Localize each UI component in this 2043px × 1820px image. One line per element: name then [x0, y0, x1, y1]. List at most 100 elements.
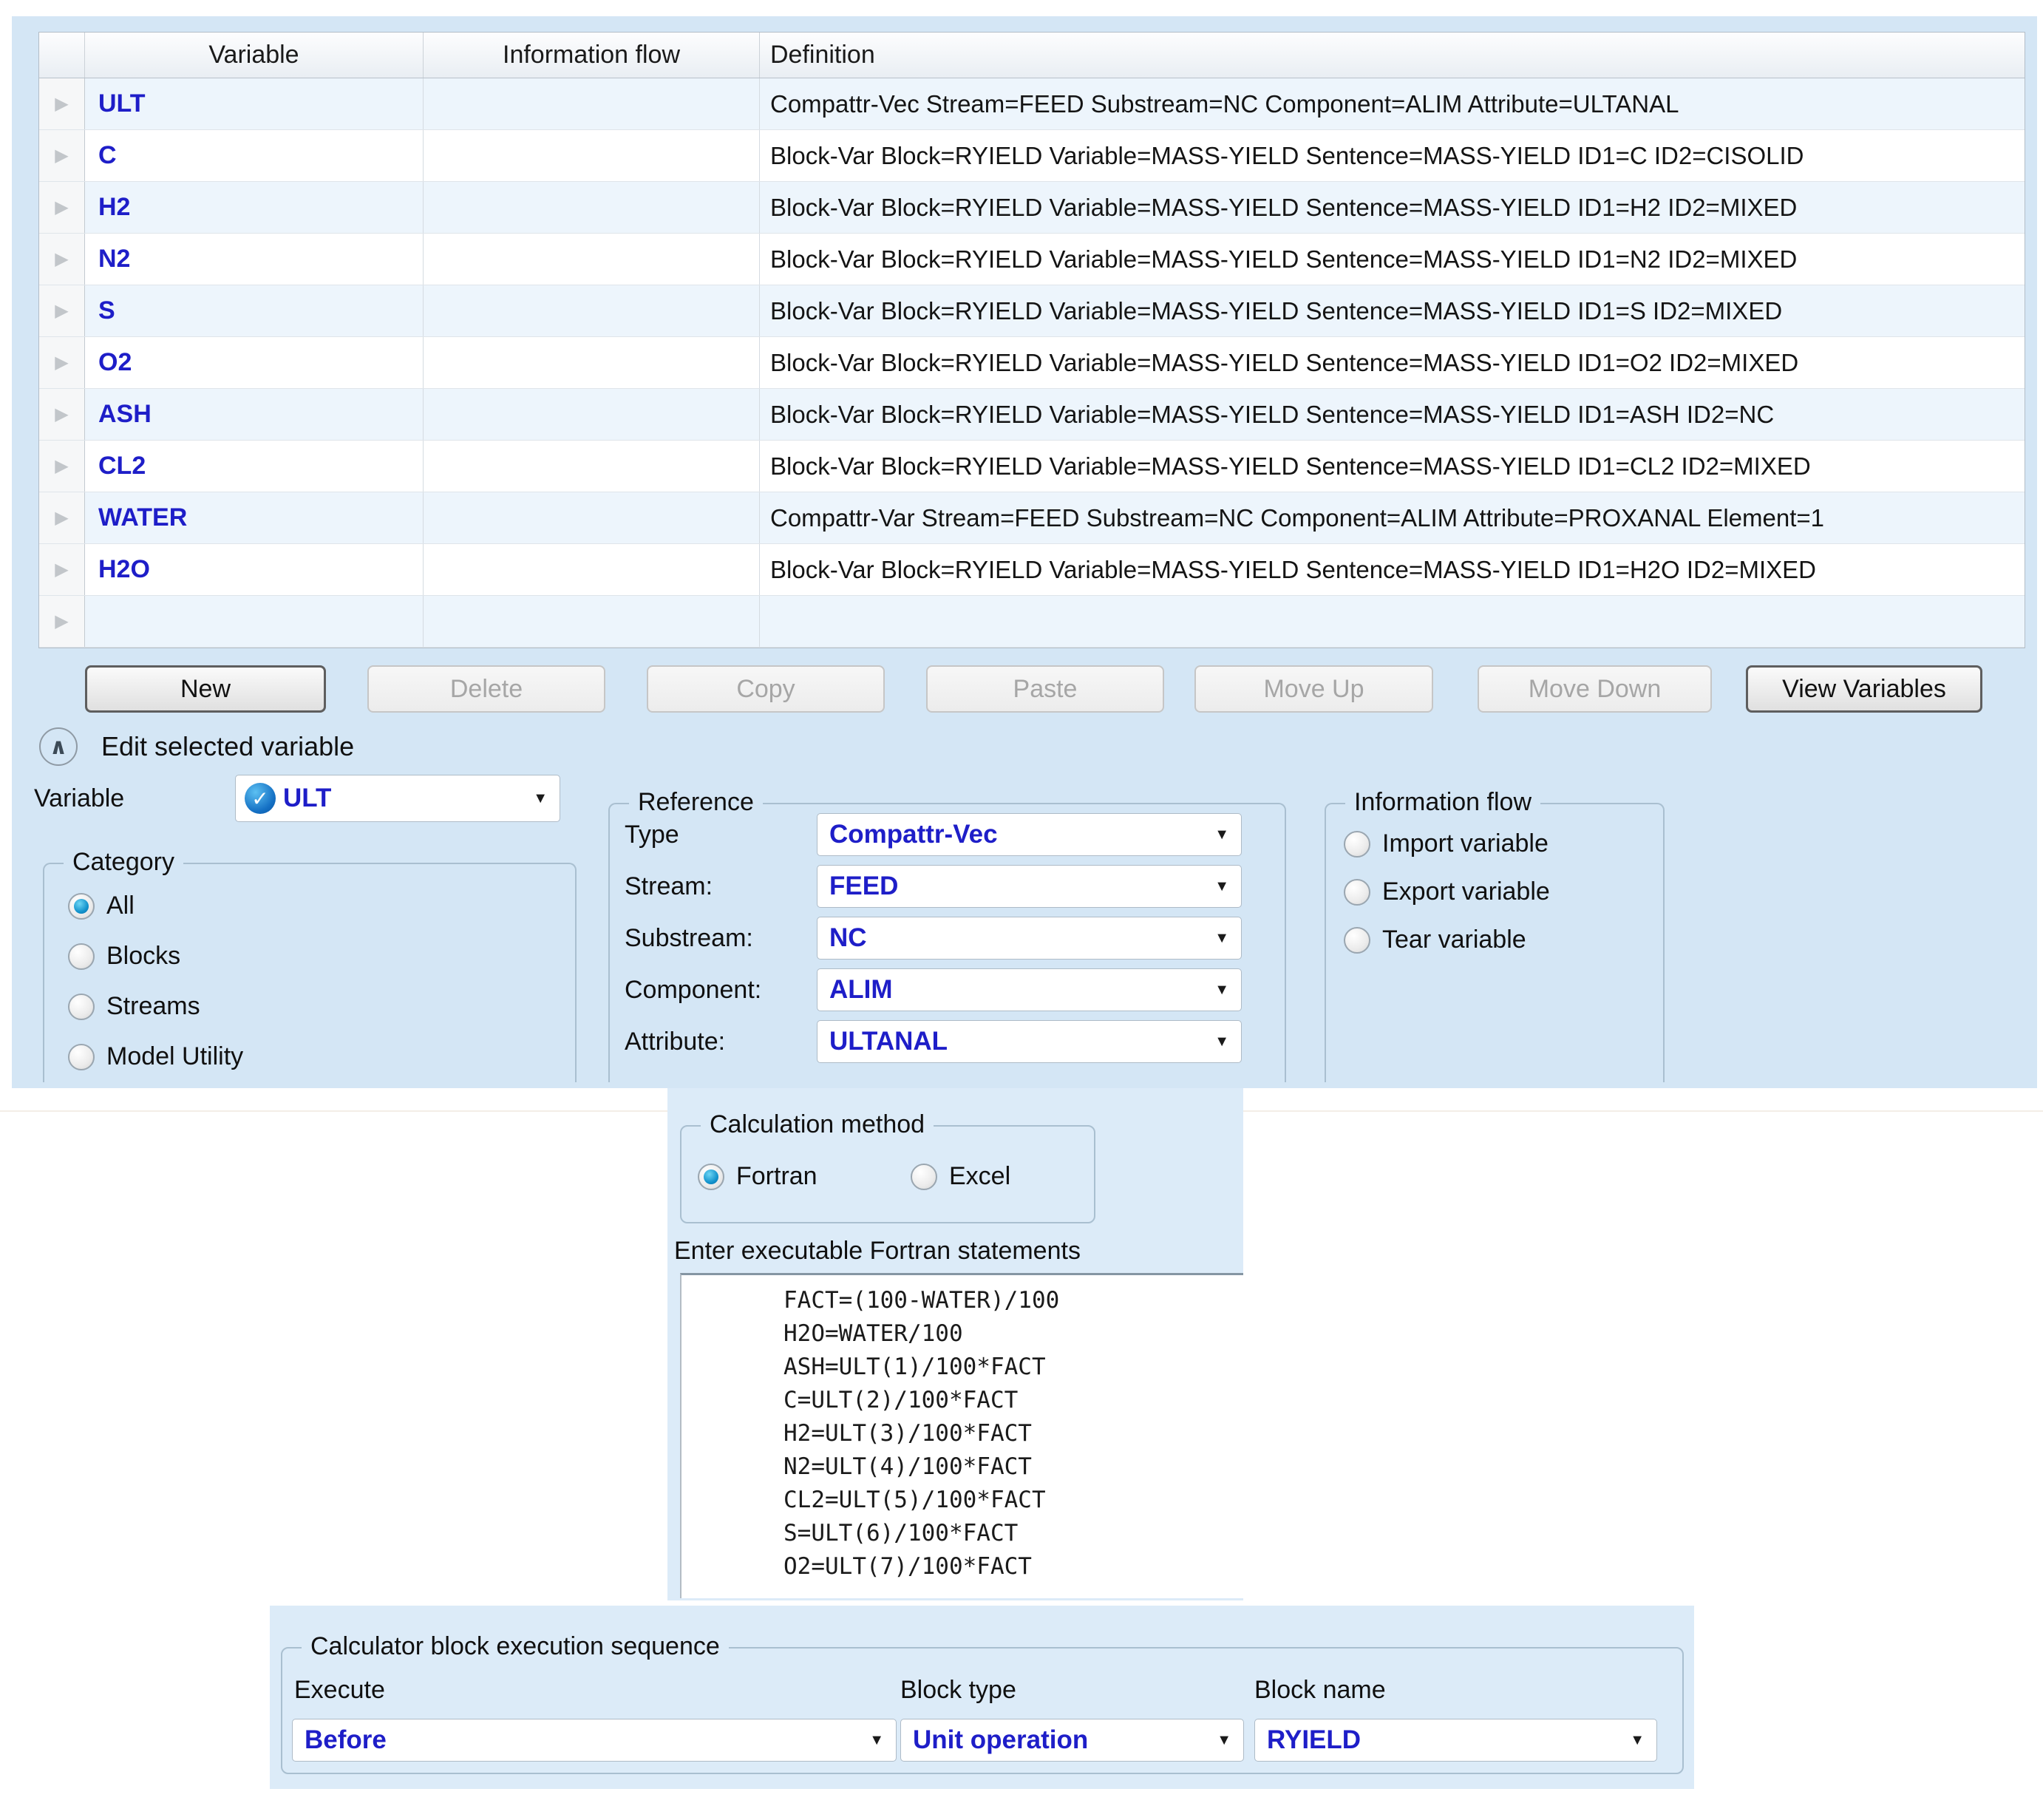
substream-select[interactable]: NC ▼	[817, 917, 1242, 960]
fortran-code-editor[interactable]: FACT=(100-WATER)/100 H2O=WATER/100 ASH=U…	[680, 1273, 1243, 1598]
info-flow-cell[interactable]	[424, 596, 760, 647]
paste-button: Paste	[926, 665, 1164, 713]
radio-label: Excel	[949, 1162, 1010, 1191]
definition-cell[interactable]: Block-Var Block=RYIELD Variable=MASS-YIE…	[760, 337, 2025, 388]
info-flow-cell[interactable]	[424, 78, 760, 129]
definition-cell[interactable]: Compattr-Var Stream=FEED Substream=NC Co…	[760, 492, 2025, 543]
view-variables-button[interactable]: View Variables	[1746, 665, 1982, 713]
info-flow-cell[interactable]	[424, 182, 760, 233]
info-flow-cell[interactable]	[424, 130, 760, 181]
row-selector[interactable]: ▶	[39, 234, 85, 285]
row-marker-icon: ▶	[55, 199, 68, 217]
edit-section-title: Edit selected variable	[101, 727, 354, 766]
block-name-select-value: RYIELD	[1255, 1725, 1361, 1755]
variable-cell[interactable]: ASH	[85, 389, 424, 440]
info-flow-cell[interactable]	[424, 234, 760, 285]
block-type-select[interactable]: Unit operation ▼	[900, 1719, 1244, 1762]
execute-select[interactable]: Before ▼	[292, 1719, 897, 1762]
variable-cell[interactable]: H2O	[85, 544, 424, 595]
info-flow-cell[interactable]	[424, 492, 760, 543]
radio-export-variable[interactable]: Export variable	[1344, 877, 1550, 906]
row-selector[interactable]: ▶	[39, 544, 85, 595]
row-selector[interactable]: ▶	[39, 78, 85, 129]
code-line: H2=ULT(3)/100*FACT	[783, 1417, 1243, 1450]
type-select[interactable]: Compattr-Vec ▼	[817, 813, 1242, 856]
stream-select-value: FEED	[817, 872, 898, 901]
radio-fortran[interactable]: Fortran	[698, 1162, 817, 1191]
radio-category-streams[interactable]: Streams	[68, 992, 200, 1021]
radio-label: Tear variable	[1382, 926, 1526, 954]
radio-import-variable[interactable]: Import variable	[1344, 829, 1549, 858]
type-label: Type	[625, 813, 679, 856]
info-flow-cell[interactable]	[424, 389, 760, 440]
definition-cell[interactable]: Block-Var Block=RYIELD Variable=MASS-YIE…	[760, 389, 2025, 440]
variable-cell[interactable]	[85, 596, 424, 647]
radio-icon	[1344, 927, 1370, 954]
info-flow-cell[interactable]	[424, 337, 760, 388]
variable-select[interactable]: ✓ ULT ▼	[235, 775, 560, 822]
definition-cell[interactable]: Block-Var Block=RYIELD Variable=MASS-YIE…	[760, 234, 2025, 285]
definition-cell[interactable]: Compattr-Vec Stream=FEED Substream=NC Co…	[760, 78, 2025, 129]
row-selector[interactable]: ▶	[39, 441, 85, 492]
radio-excel[interactable]: Excel	[911, 1162, 1010, 1191]
table-row: ▶ H2O Block-Var Block=RYIELD Variable=MA…	[39, 544, 2025, 596]
radio-tear-variable[interactable]: Tear variable	[1344, 926, 1526, 954]
row-marker-icon: ▶	[55, 302, 68, 320]
radio-category-blocks[interactable]: Blocks	[68, 942, 180, 971]
selected-check-icon: ✓	[245, 783, 276, 814]
code-line: C=ULT(2)/100*FACT	[783, 1384, 1243, 1417]
radio-icon	[1344, 831, 1370, 858]
variable-cell[interactable]: O2	[85, 337, 424, 388]
collapse-section-button[interactable]: ∧	[39, 727, 78, 766]
code-line: H2O=WATER/100	[783, 1317, 1243, 1351]
execution-sequence-title: Calculator block execution sequence	[302, 1632, 729, 1661]
component-label: Component:	[625, 968, 761, 1011]
definition-cell[interactable]	[760, 596, 2025, 647]
code-line: FACT=(100-WATER)/100	[783, 1284, 1243, 1317]
block-name-select[interactable]: RYIELD ▼	[1254, 1719, 1657, 1762]
variable-cell[interactable]: C	[85, 130, 424, 181]
chevron-down-icon: ▼	[1214, 826, 1229, 843]
row-selector[interactable]: ▶	[39, 285, 85, 336]
stream-select[interactable]: FEED ▼	[817, 865, 1242, 908]
table-row: ▶ O2 Block-Var Block=RYIELD Variable=MAS…	[39, 337, 2025, 389]
row-selector[interactable]: ▶	[39, 596, 85, 647]
variable-cell[interactable]: N2	[85, 234, 424, 285]
header-information-flow[interactable]: Information flow	[424, 33, 760, 78]
row-selector[interactable]: ▶	[39, 389, 85, 440]
row-marker-icon: ▶	[55, 147, 68, 165]
variable-cell[interactable]: CL2	[85, 441, 424, 492]
definition-cell[interactable]: Block-Var Block=RYIELD Variable=MASS-YIE…	[760, 544, 2025, 595]
radio-label: Model Utility	[106, 1042, 243, 1071]
definition-cell[interactable]: Block-Var Block=RYIELD Variable=MASS-YIE…	[760, 182, 2025, 233]
attribute-select[interactable]: ULTANAL ▼	[817, 1020, 1242, 1063]
info-flow-cell[interactable]	[424, 285, 760, 336]
row-marker-icon: ▶	[55, 458, 68, 475]
variable-cell[interactable]: H2	[85, 182, 424, 233]
row-selector[interactable]: ▶	[39, 337, 85, 388]
row-selector[interactable]: ▶	[39, 130, 85, 181]
info-flow-cell[interactable]	[424, 441, 760, 492]
radio-category-model-utility[interactable]: Model Utility	[68, 1042, 243, 1071]
definition-cell[interactable]: Block-Var Block=RYIELD Variable=MASS-YIE…	[760, 285, 2025, 336]
chevron-down-icon: ▼	[869, 1732, 884, 1749]
variable-cell[interactable]: ULT	[85, 78, 424, 129]
definition-cell[interactable]: Block-Var Block=RYIELD Variable=MASS-YIE…	[760, 441, 2025, 492]
radio-category-all[interactable]: All	[68, 892, 135, 920]
row-marker-icon: ▶	[55, 406, 68, 424]
row-selector[interactable]: ▶	[39, 182, 85, 233]
move-up-button: Move Up	[1194, 665, 1433, 713]
move-down-button: Move Down	[1478, 665, 1712, 713]
radio-label: Fortran	[736, 1162, 817, 1191]
new-button[interactable]: New	[85, 665, 326, 713]
header-definition[interactable]: Definition	[760, 33, 2025, 78]
definition-cell[interactable]: Block-Var Block=RYIELD Variable=MASS-YIE…	[760, 130, 2025, 181]
variable-cell[interactable]: WATER	[85, 492, 424, 543]
variable-cell[interactable]: S	[85, 285, 424, 336]
calculator-block-window: Variable Information flow Definition ▶ U…	[0, 0, 2043, 1820]
row-selector[interactable]: ▶	[39, 492, 85, 543]
chevron-down-icon: ▼	[1214, 1033, 1229, 1050]
component-select[interactable]: ALIM ▼	[817, 968, 1242, 1011]
info-flow-cell[interactable]	[424, 544, 760, 595]
header-variable[interactable]: Variable	[85, 33, 424, 78]
